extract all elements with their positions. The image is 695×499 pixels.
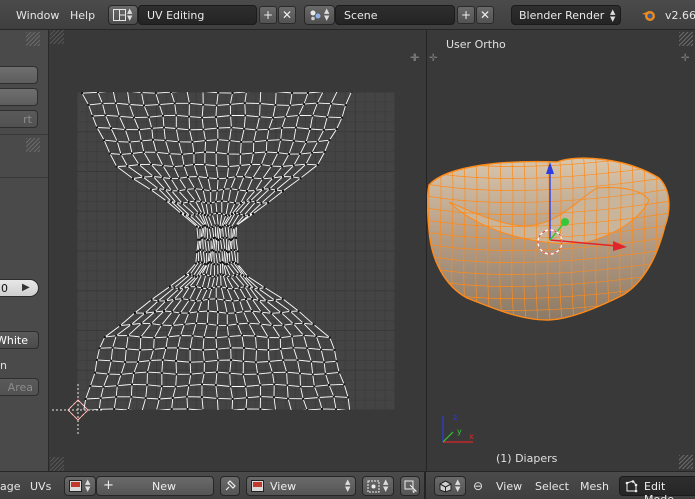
menu-mesh[interactable]: Mesh [580,480,609,493]
screen-layout-field[interactable]: UV Editing [138,5,257,25]
mode-dropdown[interactable]: Edit Mode [619,476,695,499]
menu-uvs[interactable]: UVs [30,480,51,493]
updown-arrows-icon: ▲ ▼ [455,478,461,493]
uv-tool-shelf: rt 0 ▶ White n Area [0,30,49,471]
updown-arrows-icon: ▲ ▼ [345,478,351,493]
updown-arrows-icon: ▲ ▼ [610,8,616,23]
plus-icon: + [460,8,472,22]
area-split-widget[interactable]: ✛ [681,54,691,64]
area-corner-handle[interactable] [679,455,693,469]
editor-type-button[interactable]: ▲ ▼ [434,476,466,496]
updown-arrows-icon: ▲ ▼ [324,7,330,22]
delete-scene-button[interactable]: ✕ [476,6,494,24]
new-image-button[interactable]: + New [96,476,214,496]
screen-layout-browse-button[interactable]: ▲ ▼ [108,5,138,25]
uv-image-editor[interactable]: ✛ [50,30,424,471]
screen-layout-name: UV Editing [147,9,205,22]
area-button[interactable]: Area [0,378,39,396]
updown-arrows-icon: ▲ ▼ [85,478,91,493]
menu-image[interactable]: age [0,480,21,493]
3d-viewport[interactable]: User Ortho ✛ ✛ ✛ z y x (1) Diapers [411,30,695,471]
view-mode-value: View [270,480,297,493]
blender-logo-icon[interactable] [641,8,657,22]
axis-orientation-icon: z y x [442,413,474,443]
menu-view[interactable]: View [496,480,522,493]
info-header: Window Help ▲ ▼ UV Editing + ✕ ▲ ▼ Scene +… [0,0,695,30]
panel-divider [0,177,48,178]
area-corner-handle[interactable] [50,457,64,471]
white-button[interactable]: White [0,331,39,349]
updown-arrows-icon: ▲ ▼ [127,7,133,22]
scene-field[interactable]: Scene [335,5,455,25]
panel-drag-handle[interactable] [26,138,40,152]
layout-icon [113,9,126,21]
image-icon [69,480,82,492]
tool-button-3[interactable]: rt [0,110,38,128]
pin-icon [225,480,236,491]
area-divider [424,472,426,499]
close-icon: ✕ [479,8,491,22]
pivot-dropdown[interactable]: ▲ ▼ [362,476,394,496]
tool-button-3-label: rt [23,113,32,126]
plus-icon: + [262,8,274,22]
render-engine-dropdown[interactable]: Blender Render ▲ ▼ [511,5,621,25]
add-scene-button[interactable]: + [457,6,475,24]
panel-divider [0,134,48,135]
close-icon: ✕ [281,8,293,22]
scene-icon [310,10,321,21]
svg-text:z: z [453,413,457,422]
cube-icon [439,480,452,493]
new-label: New [152,480,176,493]
version-label: v2.66 [665,9,695,22]
menu-select[interactable]: Select [535,480,569,493]
area-corner-handle[interactable] [50,30,64,44]
image-browse-button[interactable]: ▲ ▼ [64,476,96,496]
pivot-icon [367,480,380,493]
increment-arrow-icon: ▶ [22,282,30,293]
tool-button-2[interactable] [0,88,38,106]
scene-browse-button[interactable]: ▲ ▼ [304,5,335,25]
n-label: n [0,359,7,372]
view-icon [251,480,264,492]
menu-window[interactable]: Window [16,9,59,22]
diaper-mesh[interactable] [427,130,695,360]
panel-resize-handle[interactable] [26,32,40,46]
area-split-widget[interactable]: ✛ [411,54,421,64]
delete-screen-button[interactable]: ✕ [278,6,296,24]
scene-name: Scene [344,9,378,22]
collapse-menu-icon[interactable]: ⊖ [473,479,483,493]
uv-checker-grid[interactable] [77,92,395,410]
number-value: 0 [1,282,8,295]
tool-button-1[interactable] [0,66,38,84]
area-split-widget[interactable]: ✛ [429,54,439,64]
view-type-label: User Ortho [446,38,506,51]
menu-help[interactable]: Help [70,9,95,22]
white-label: White [0,334,28,347]
plus-icon: + [103,478,114,493]
2d-cursor-icon[interactable] [50,380,110,440]
render-engine-value: Blender Render [519,9,605,22]
edit-mode-icon [625,480,638,493]
svg-text:y: y [457,427,462,436]
sync-selection-icon [404,480,417,493]
add-screen-button[interactable]: + [259,6,277,24]
pin-image-button[interactable] [220,476,240,496]
mode-value: Edit Mode [644,480,674,499]
editor-headers: age UVs ▲ ▼ + New View ▲ ▼ ▲ ▼ ▲ ▼ ⊖ Vie… [0,471,695,499]
view-mode-dropdown[interactable]: View ▲ ▼ [246,476,356,496]
svg-text:x: x [469,432,474,441]
sync-selection-button[interactable] [400,476,420,496]
updown-arrows-icon: ▲ ▼ [383,478,389,493]
active-object-label: (1) Diapers [496,452,558,465]
number-field[interactable]: 0 ▶ [0,279,39,297]
area-corner-handle[interactable] [679,32,693,46]
area-label: Area [7,381,33,394]
